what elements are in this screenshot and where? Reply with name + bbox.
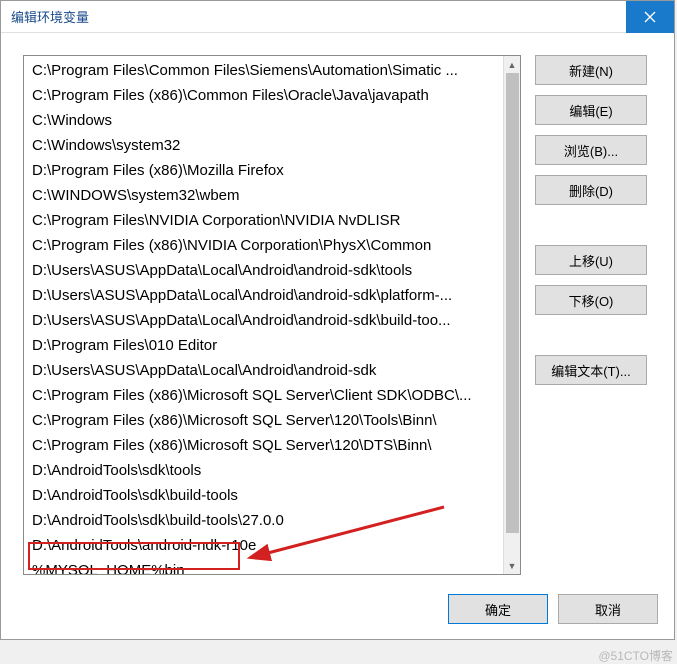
titlebar: 编辑环境变量: [1, 1, 674, 33]
list-item[interactable]: C:\Program Files (x86)\Common Files\Orac…: [28, 83, 499, 108]
list-item[interactable]: D:\AndroidTools\sdk\build-tools: [28, 483, 499, 508]
scroll-up-arrow[interactable]: ▲: [504, 56, 520, 73]
scroll-thumb[interactable]: [506, 73, 519, 533]
list-item[interactable]: D:\Users\ASUS\AppData\Local\Android\andr…: [28, 258, 499, 283]
move-down-button[interactable]: 下移(O): [535, 285, 647, 315]
edit-env-var-dialog: 编辑环境变量 C:\Program Files\Common Files\Sie…: [0, 0, 675, 640]
list-item[interactable]: D:\AndroidTools\android-ndk-r10e: [28, 533, 499, 558]
list-item[interactable]: C:\Program Files (x86)\Microsoft SQL Ser…: [28, 433, 499, 458]
new-button[interactable]: 新建(N): [535, 55, 647, 85]
list-item[interactable]: D:\AndroidTools\sdk\build-tools\27.0.0: [28, 508, 499, 533]
list-item[interactable]: D:\Program Files (x86)\Mozilla Firefox: [28, 158, 499, 183]
list-item[interactable]: C:\Program Files\Common Files\Siemens\Au…: [28, 58, 499, 83]
close-icon: [644, 11, 656, 23]
dialog-title: 编辑环境变量: [11, 7, 89, 26]
spacer: [535, 215, 647, 245]
browse-button[interactable]: 浏览(B)...: [535, 135, 647, 165]
edit-text-button[interactable]: 编辑文本(T)...: [535, 355, 647, 385]
list-item[interactable]: C:\Program Files (x86)\Microsoft SQL Ser…: [28, 383, 499, 408]
list-item[interactable]: C:\Program Files (x86)\NVIDIA Corporatio…: [28, 233, 499, 258]
delete-button[interactable]: 删除(D): [535, 175, 647, 205]
list-item[interactable]: C:\Program Files (x86)\Microsoft SQL Ser…: [28, 408, 499, 433]
vertical-scrollbar[interactable]: ▲ ▼: [503, 56, 520, 574]
watermark-text: @51CTO博客: [598, 647, 673, 664]
dialog-footer: 确定 取消: [1, 579, 674, 639]
list-item[interactable]: D:\Users\ASUS\AppData\Local\Android\andr…: [28, 358, 499, 383]
list-item[interactable]: %MYSQL_HOME%bin: [28, 558, 499, 574]
path-listbox-container: C:\Program Files\Common Files\Siemens\Au…: [23, 55, 521, 575]
list-item[interactable]: D:\Users\ASUS\AppData\Local\Android\andr…: [28, 308, 499, 333]
list-item[interactable]: D:\Program Files\010 Editor: [28, 333, 499, 358]
cancel-button[interactable]: 取消: [558, 594, 658, 624]
list-item[interactable]: C:\WINDOWS\system32\wbem: [28, 183, 499, 208]
button-column: 新建(N) 编辑(E) 浏览(B)... 删除(D) 上移(U) 下移(O) 编…: [535, 55, 647, 569]
close-button[interactable]: [626, 1, 674, 33]
ok-button[interactable]: 确定: [448, 594, 548, 624]
scroll-down-arrow[interactable]: ▼: [504, 557, 520, 574]
path-listbox[interactable]: C:\Program Files\Common Files\Siemens\Au…: [24, 56, 503, 574]
spacer: [535, 325, 647, 355]
dialog-body: C:\Program Files\Common Files\Siemens\Au…: [1, 33, 674, 579]
edit-button[interactable]: 编辑(E): [535, 95, 647, 125]
list-item[interactable]: D:\AndroidTools\sdk\tools: [28, 458, 499, 483]
list-item[interactable]: D:\Users\ASUS\AppData\Local\Android\andr…: [28, 283, 499, 308]
move-up-button[interactable]: 上移(U): [535, 245, 647, 275]
list-item[interactable]: C:\Program Files\NVIDIA Corporation\NVID…: [28, 208, 499, 233]
list-item[interactable]: C:\Windows\system32: [28, 133, 499, 158]
list-item[interactable]: C:\Windows: [28, 108, 499, 133]
